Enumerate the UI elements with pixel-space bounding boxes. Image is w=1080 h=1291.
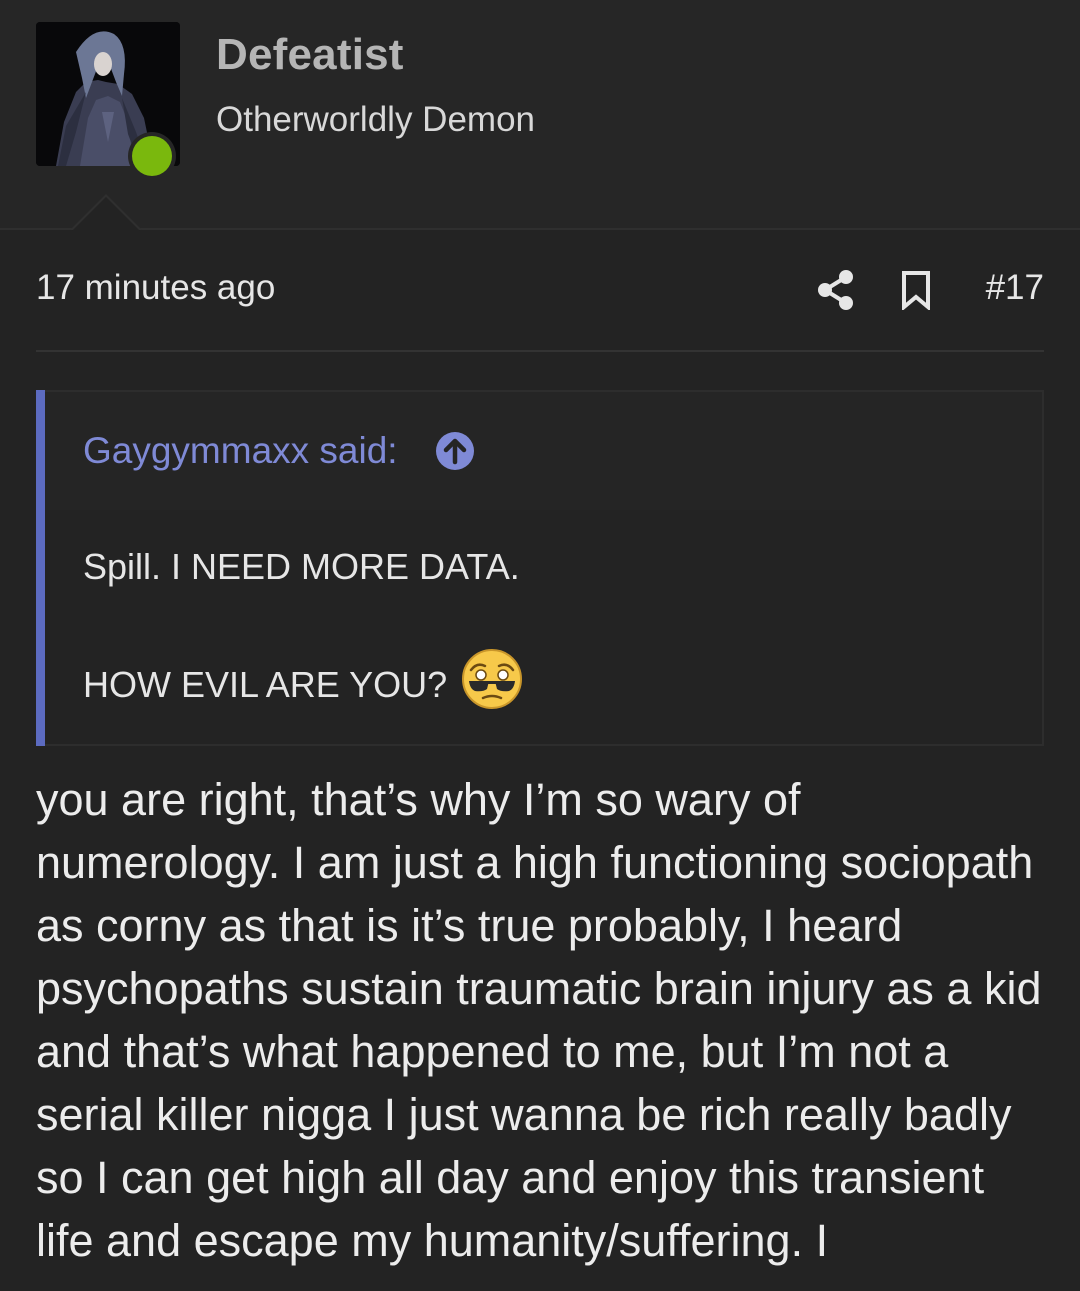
header-pointer bbox=[70, 194, 142, 231]
quote-text-line: HOW EVIL ARE YOU? bbox=[83, 664, 448, 705]
user-header: Defeatist Otherworldly Demon bbox=[0, 0, 1080, 231]
online-status-indicator bbox=[128, 132, 176, 180]
quote-block: Gaygymmaxx said: Spill. I NEED MORE DATA… bbox=[36, 390, 1044, 746]
bookmark-icon[interactable] bbox=[898, 270, 934, 312]
post-timestamp[interactable]: 17 minutes ago bbox=[36, 268, 275, 308]
quote-accent-bar bbox=[36, 390, 45, 746]
sunglasses-emoji-icon bbox=[461, 648, 523, 710]
quote-header: Gaygymmaxx said: bbox=[45, 392, 1042, 512]
divider bbox=[36, 350, 1044, 352]
arrow-up-icon[interactable] bbox=[435, 431, 475, 471]
quote-author-link[interactable]: Gaygymmaxx said: bbox=[83, 430, 398, 472]
share-icon[interactable] bbox=[816, 268, 856, 312]
username[interactable]: Defeatist bbox=[216, 30, 404, 80]
post-number-link[interactable]: #17 bbox=[986, 268, 1044, 308]
quote-body: Spill. I NEED MORE DATA. HOW EVIL ARE YO… bbox=[45, 510, 1042, 744]
post-body-text: you are right, that’s why I’m so wary of… bbox=[36, 774, 1042, 1266]
quote-text-line: Spill. I NEED MORE DATA. bbox=[83, 546, 520, 587]
post-meta: 17 minutes ago #17 bbox=[36, 266, 1044, 316]
user-title: Otherworldly Demon bbox=[216, 100, 535, 139]
